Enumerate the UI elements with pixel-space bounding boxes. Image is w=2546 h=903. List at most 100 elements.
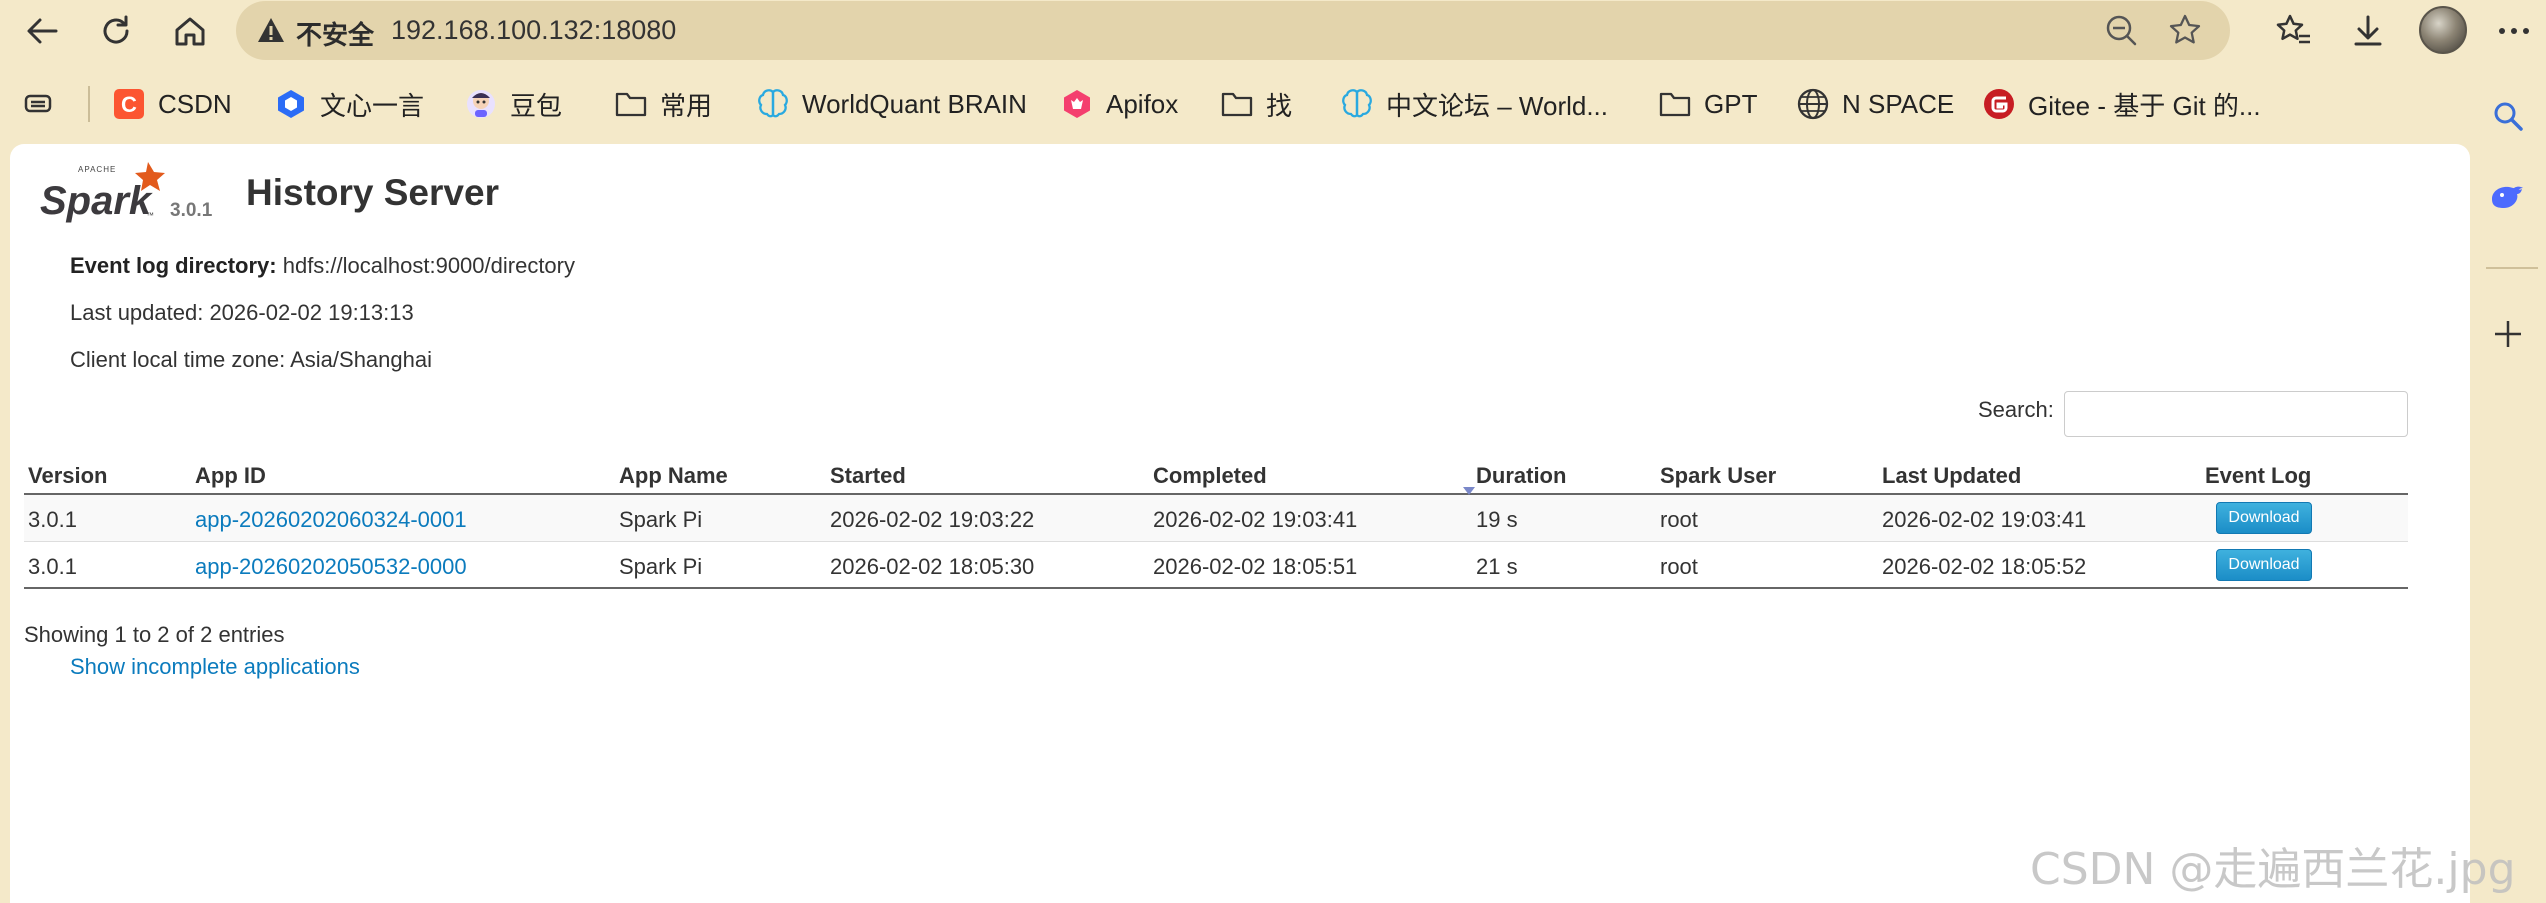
download-icon [2354,15,2382,46]
bookmark-folder-changyong[interactable]: 常用 [614,84,712,124]
address-bar[interactable]: 不安全 192.168.100.132:18080 [236,1,2230,60]
bookmark-worldquant[interactable]: WorldQuant BRAIN [756,84,1027,124]
sidebar-divider [2486,267,2538,269]
col-event-log[interactable]: Event Log [2205,463,2311,489]
bookmarks-bar: C CSDN 文心一言 豆包 常用 WorldQuant BRAIN Apifo… [0,76,2480,132]
page-content: APACHE Spark ™ 3.0.1 History Server Even… [10,144,2470,903]
refresh-icon [103,15,129,44]
bookmark-wenxin[interactable]: 文心一言 [274,84,424,124]
bookmark-gitee[interactable]: Gitee - 基于 Git 的... [1982,84,2261,124]
cell-app-name: Spark Pi [619,507,703,532]
cell-duration: 19 s [1476,507,1518,532]
back-button[interactable] [18,7,66,55]
sidebar-add-button[interactable] [2484,310,2532,358]
cell-last-updated: 2026-02-02 18:05:52 [1882,554,2087,579]
browser-sidebar [2470,62,2546,903]
col-app-name[interactable]: App Name [619,463,728,489]
cell-last-updated: 2026-02-02 19:03:41 [1882,507,2087,532]
svg-text:™: ™ [146,211,154,220]
event-log-value: hdfs://localhost:9000/directory [282,253,575,278]
zoom-out-icon[interactable] [2104,13,2138,52]
cell-completed: 2026-02-02 19:03:41 [1153,507,1358,532]
brain-icon [756,87,790,121]
last-updated: Last updated: 2026-02-02 19:13:13 [70,300,414,325]
table-header: Version App ID App Name Started Complete… [24,449,2408,495]
favorites-button[interactable] [2270,7,2318,55]
page-title: History Server [246,172,499,213]
col-app-id[interactable]: App ID [195,463,266,489]
show-incomplete-link[interactable]: Show incomplete applications [70,654,360,680]
search-input[interactable] [2064,391,2408,437]
cell-started: 2026-02-02 18:05:30 [830,554,1035,579]
warning-icon[interactable] [256,15,286,50]
search-icon [2494,102,2523,131]
browser-toolbar: 不安全 192.168.100.132:18080 [0,0,2546,62]
plus-icon [2495,321,2521,347]
folder-icon [614,87,648,121]
doubao-icon [464,87,498,121]
security-label[interactable]: 不安全 [296,15,374,52]
tab-actions-icon [22,87,56,121]
cell-started: 2026-02-02 19:03:22 [830,507,1035,532]
more-menu-button[interactable] [2490,7,2538,55]
brain-icon [1340,87,1374,121]
favorites-list-icon [2276,14,2310,44]
favorite-star-icon[interactable] [2168,13,2202,52]
watermark: CSDN @走遍西兰花.jpg [2030,844,2516,895]
deepseek-whale-icon [2492,186,2523,208]
profile-avatar[interactable] [2419,6,2467,54]
bookmark-apifox[interactable]: Apifox [1060,84,1178,124]
apifox-icon [1060,87,1094,121]
refresh-button[interactable] [92,7,140,55]
col-started[interactable]: Started [830,463,906,489]
download-button[interactable]: Download [2216,502,2312,534]
spark-version: 3.0.1 [170,200,213,221]
event-log-directory: Event log directory: hdfs://localhost:90… [70,253,575,279]
tab-actions-button[interactable] [22,84,56,124]
url-text[interactable]: 192.168.100.132:18080 [391,15,676,46]
gitee-icon [1982,87,2016,121]
cell-app-name: Spark Pi [619,554,703,579]
spark-logo[interactable]: APACHE Spark ™ [36,158,172,229]
downloads-button[interactable] [2344,7,2392,55]
cell-app-id-link[interactable]: app-20260202060324-0001 [195,507,467,533]
col-spark-user[interactable]: Spark User [1660,463,1776,489]
bookmark-csdn[interactable]: C CSDN [112,84,232,124]
home-icon [175,17,205,46]
home-button[interactable] [166,7,214,55]
download-button[interactable]: Download [2216,549,2312,581]
table-row: 3.0.1 app-20260202060324-0001 Spark Pi 2… [24,495,2408,542]
col-completed[interactable]: Completed [1153,463,1267,489]
entries-info: Showing 1 to 2 of 2 entries [24,622,285,647]
cell-completed: 2026-02-02 18:05:51 [1153,554,1358,579]
col-duration[interactable]: Duration [1476,463,1566,489]
cell-spark-user: root [1660,554,1698,579]
globe-icon [1796,87,1830,121]
bookmark-worldquant-forum[interactable]: 中文论坛 – World... [1340,84,1608,124]
svg-text:Spark: Spark [40,179,153,223]
cell-app-id-link[interactable]: app-20260202050532-0000 [195,554,467,580]
bookmark-doubao[interactable]: 豆包 [464,84,562,124]
search-label: Search: [1978,397,2054,422]
bookmark-folder-gpt[interactable]: GPT [1658,84,1757,124]
cell-duration: 21 s [1476,554,1518,579]
folder-icon [1658,87,1692,121]
folder-icon [1220,87,1254,121]
sidebar-search-button[interactable] [2484,92,2532,140]
svg-text:C: C [121,92,137,117]
more-dots-icon [2499,28,2529,34]
cell-version: 3.0.1 [28,507,77,532]
bookmark-nspace[interactable]: N SPACE [1796,84,1954,124]
table-row: 3.0.1 app-20260202050532-0000 Spark Pi 2… [24,542,2408,589]
bookmark-folder-zhao[interactable]: 找 [1220,84,1292,124]
wenxin-icon [274,87,308,121]
csdn-icon: C [112,87,146,121]
col-version[interactable]: Version [28,463,107,489]
cell-version: 3.0.1 [28,554,77,579]
event-log-label: Event log directory: [70,253,277,278]
back-arrow-icon [27,18,58,44]
sidebar-deepseek-button[interactable] [2484,174,2532,222]
bookmark-separator [88,86,90,122]
client-time-zone: Client local time zone: Asia/Shanghai [70,347,432,372]
col-last-updated[interactable]: Last Updated [1882,463,2021,489]
